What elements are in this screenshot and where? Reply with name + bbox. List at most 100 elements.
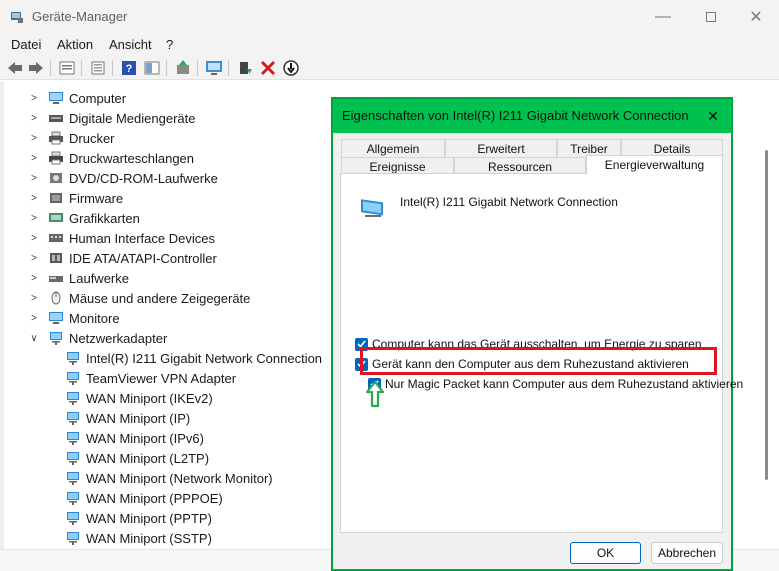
tree-device-label: WAN Miniport (L2TP)	[86, 450, 210, 466]
chevron-right-icon[interactable]: >	[28, 153, 40, 164]
chevron-right-icon[interactable]: >	[28, 93, 40, 104]
optical-drive-icon	[48, 171, 64, 185]
tree-device-item[interactable]: WAN Miniport (IP)	[65, 408, 190, 428]
vertical-scrollbar[interactable]	[765, 150, 768, 480]
tree-device-item[interactable]: Intel(R) I211 Gigabit Network Connection	[65, 348, 322, 368]
tree-device-item[interactable]: TeamViewer VPN Adapter	[65, 368, 236, 388]
tree-device-label: WAN Miniport (Network Monitor)	[86, 470, 273, 486]
option-magic-packet-only[interactable]: Nur Magic Packet kann Computer aus dem R…	[368, 376, 743, 392]
tab-energieverwaltung[interactable]: Energieverwaltung	[586, 155, 723, 175]
tree-category-label: Netzwerkadapter	[69, 330, 168, 346]
chevron-right-icon[interactable]: >	[28, 313, 40, 324]
uninstall-icon[interactable]	[259, 59, 277, 77]
ide-controller-icon	[48, 251, 64, 265]
menu-datei[interactable]: Datei	[11, 37, 41, 52]
enable-device-icon[interactable]	[236, 59, 254, 77]
tree-category[interactable]: > Drucker	[28, 128, 115, 148]
menu-help[interactable]: ?	[166, 37, 173, 52]
view-icon[interactable]	[89, 59, 107, 77]
tree-category-label: IDE ATA/ATAPI-Controller	[69, 250, 217, 266]
disable-device-icon[interactable]	[282, 59, 300, 77]
title-bar: Geräte-Manager — ✕	[0, 0, 779, 34]
mouse-icon	[48, 291, 64, 305]
properties-icon[interactable]	[58, 59, 76, 77]
chevron-right-icon[interactable]: >	[28, 133, 40, 144]
maximize-button[interactable]	[688, 0, 734, 34]
minimize-button[interactable]: —	[640, 0, 686, 34]
chevron-right-icon[interactable]: >	[28, 273, 40, 284]
ok-button[interactable]: OK	[570, 542, 641, 564]
tree-category[interactable]: > Laufwerke	[28, 268, 129, 288]
menu-aktion[interactable]: Aktion	[57, 37, 93, 52]
tree-device-item[interactable]: WAN Miniport (L2TP)	[65, 448, 209, 468]
chevron-right-icon[interactable]: >	[28, 193, 40, 204]
chevron-right-icon[interactable]: >	[28, 233, 40, 244]
tree-device-item[interactable]: WAN Miniport (PPPOE)	[65, 488, 223, 508]
monitor-icon	[48, 311, 64, 325]
svg-text:?: ?	[126, 63, 133, 75]
chevron-down-icon[interactable]: ∨	[28, 333, 40, 344]
tree-category-label: Drucker	[69, 130, 115, 146]
menu-ansicht[interactable]: Ansicht	[109, 37, 152, 52]
tree-category-label: DVD/CD-ROM-Laufwerke	[69, 170, 218, 186]
hid-icon	[48, 231, 64, 245]
toolbar-separator	[112, 60, 113, 76]
dialog-title: Eigenschaften von Intel(R) I211 Gigabit …	[342, 108, 689, 123]
action-pane-icon[interactable]	[143, 59, 161, 77]
network-adapter-icon	[48, 331, 64, 345]
network-adapter-icon	[65, 371, 81, 385]
tree-device-item[interactable]: WAN Miniport (IPv6)	[65, 428, 204, 448]
help-icon[interactable]: ?	[120, 59, 138, 77]
chevron-right-icon[interactable]: >	[28, 173, 40, 184]
tree-category-label: Computer	[69, 90, 127, 106]
tree-device-label: WAN Miniport (IPv6)	[86, 430, 204, 446]
tree-category-label: Laufwerke	[69, 270, 129, 286]
tree-device-label: WAN Miniport (SSTP)	[86, 530, 212, 546]
computer-icon	[48, 91, 64, 105]
dialog-close-button[interactable]: ✕	[701, 104, 725, 128]
toolbar-separator	[197, 60, 198, 76]
tree-device-item[interactable]: WAN Miniport (PPTP)	[65, 508, 212, 528]
tree-device-item[interactable]: WAN Miniport (Network Monitor)	[65, 468, 273, 488]
printer-icon	[48, 131, 64, 145]
close-button[interactable]: ✕	[733, 0, 779, 34]
tree-category-label: Human Interface Devices	[69, 230, 215, 246]
tree-device-item[interactable]: WAN Miniport (IKEv2)	[65, 388, 213, 408]
tree-category[interactable]: > Digitale Mediengeräte	[28, 108, 195, 128]
forward-icon[interactable]	[27, 59, 45, 77]
scan-hardware-icon[interactable]	[205, 59, 223, 77]
firmware-icon	[48, 191, 64, 205]
chevron-right-icon[interactable]: >	[28, 213, 40, 224]
tree-category[interactable]: > Computer	[28, 88, 126, 108]
network-adapter-icon	[65, 411, 81, 425]
tree-category[interactable]: > Monitore	[28, 308, 120, 328]
tree-category[interactable]: > IDE ATA/ATAPI-Controller	[28, 248, 217, 268]
cancel-button[interactable]: Abbrechen	[651, 542, 723, 564]
dialog-title-bar: Eigenschaften von Intel(R) I211 Gigabit …	[333, 99, 731, 133]
network-adapter-icon	[65, 511, 81, 525]
tree-category-label: Digitale Mediengeräte	[69, 110, 196, 126]
network-adapter-icon	[65, 431, 81, 445]
update-driver-icon[interactable]	[174, 59, 192, 77]
tree-category[interactable]: > Druckwarteschlangen	[28, 148, 194, 168]
tree-category[interactable]: > Firmware	[28, 188, 123, 208]
tree-category-label: Monitore	[69, 310, 120, 326]
chevron-right-icon[interactable]: >	[28, 293, 40, 304]
network-adapter-icon	[65, 531, 81, 545]
window-title: Geräte-Manager	[32, 9, 128, 24]
display-adapter-icon	[48, 211, 64, 225]
toolbar-separator	[228, 60, 229, 76]
tree-category[interactable]: > DVD/CD-ROM-Laufwerke	[28, 168, 218, 188]
tree-category-label: Druckwarteschlangen	[69, 150, 195, 166]
tab-panel-energieverwaltung: Intel(R) I211 Gigabit Network Connection…	[340, 173, 743, 533]
back-icon[interactable]	[6, 59, 24, 77]
tree-device-item[interactable]: WAN Miniport (SSTP)	[65, 528, 212, 548]
tree-category[interactable]: > Human Interface Devices	[28, 228, 215, 248]
chevron-right-icon[interactable]: >	[28, 253, 40, 264]
tree-category[interactable]: > Mäuse und andere Zeigegeräte	[28, 288, 250, 308]
tree-category[interactable]: > Grafikkarten	[28, 208, 140, 228]
tab-allgemein[interactable]: Allgemein	[341, 139, 445, 157]
chevron-right-icon[interactable]: >	[28, 113, 40, 124]
tree-category[interactable]: ∨ Netzwerkadapter	[28, 328, 167, 348]
tab-erweitert[interactable]: Erweitert	[445, 139, 557, 157]
